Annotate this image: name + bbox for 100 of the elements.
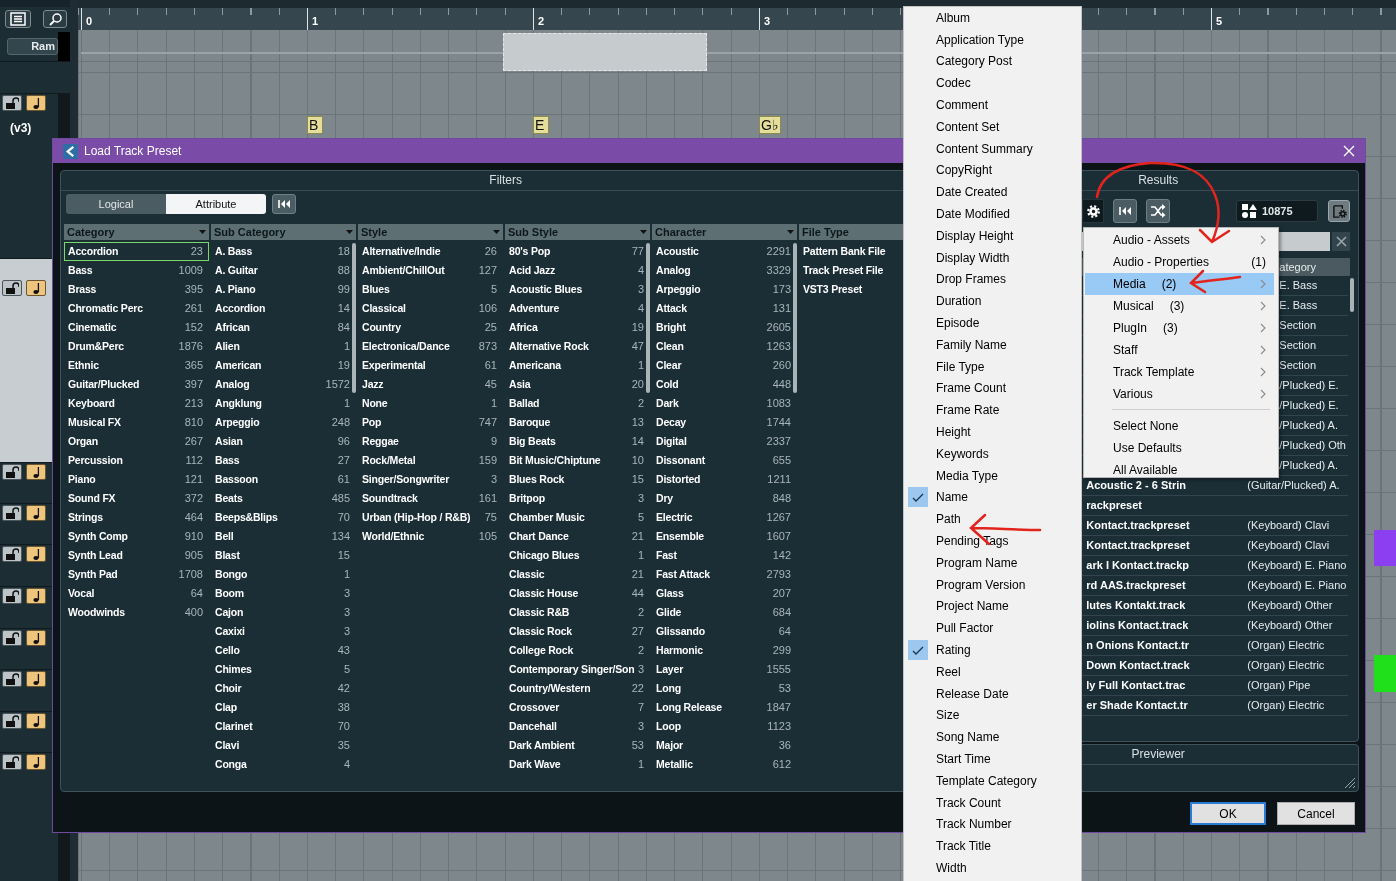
menu-item[interactable]: Episode [904, 312, 1081, 334]
filter-item[interactable]: Digital 2337 [652, 432, 797, 451]
filter-item[interactable]: Organ 267 [64, 432, 209, 451]
filter-item[interactable]: A. Guitar 88 [211, 261, 356, 280]
filter-item[interactable]: Bell 134 [211, 527, 356, 546]
filter-item[interactable]: Alternative/Indie 26 [358, 242, 503, 261]
filter-item[interactable]: Cello 43 [211, 641, 356, 660]
filter-item[interactable]: Chimes 5 [211, 660, 356, 679]
menu-item[interactable]: PlugIn (3) [1085, 317, 1274, 339]
filter-item[interactable]: Strings 464 [64, 508, 209, 527]
lock-button[interactable] [2, 545, 22, 562]
filter-item[interactable]: Chart Dance 21 [505, 527, 650, 546]
menu-item[interactable]: Song Name [904, 726, 1081, 749]
filter-item[interactable]: Beats 485 [211, 489, 356, 508]
filter-item[interactable]: Chicago Blues 1 [505, 546, 650, 565]
lock-button[interactable] [2, 754, 22, 771]
filter-item[interactable]: Arpeggio 248 [211, 413, 356, 432]
menu-item[interactable]: Select None [1085, 415, 1274, 437]
filter-item[interactable]: Bassoon 61 [211, 470, 356, 489]
menu-item[interactable]: Display Width [904, 246, 1081, 269]
menu-item[interactable]: Frame Count [904, 377, 1081, 400]
menu-item[interactable]: Various [1085, 383, 1274, 405]
filter-item[interactable]: Drum&Perc 1876 [64, 337, 209, 356]
filter-item[interactable]: Country/Western 22 [505, 679, 650, 698]
filter-item[interactable]: Sound FX 372 [64, 489, 209, 508]
filter-item[interactable]: Synth Pad 1708 [64, 565, 209, 584]
filter-item[interactable]: African 84 [211, 318, 356, 337]
column-header[interactable]: ategory [1279, 258, 1350, 276]
lock-button[interactable] [2, 280, 22, 297]
menu-item[interactable]: Date Modified [904, 203, 1081, 225]
menu-item[interactable]: Track Title [904, 835, 1081, 858]
filter-item[interactable]: Synth Lead 905 [64, 546, 209, 565]
filter-item[interactable]: Soundtrack 161 [358, 489, 503, 508]
filter-item[interactable]: Attack 131 [652, 299, 797, 318]
filter-item[interactable]: Country 25 [358, 318, 503, 337]
lock-button[interactable] [2, 629, 22, 646]
menu-item[interactable]: Width [904, 857, 1081, 879]
menu-item[interactable]: Track Count [904, 791, 1081, 814]
filter-item[interactable]: Blues 5 [358, 280, 503, 299]
lock-button[interactable] [2, 671, 22, 688]
menu-item[interactable]: Musical (3) [1085, 295, 1274, 317]
filter-item[interactable]: Acid Jazz 4 [505, 261, 650, 280]
note-button[interactable] [26, 464, 46, 481]
chord-event[interactable]: B [307, 116, 323, 134]
filter-item[interactable]: Long Release 1847 [652, 698, 797, 717]
filter-item[interactable]: Alien 1 [211, 337, 356, 356]
filter-item[interactable]: Cold 448 [652, 375, 797, 394]
filter-item[interactable]: Synth Comp 910 [64, 527, 209, 546]
filter-item[interactable]: Bongo 1 [211, 565, 356, 584]
filter-item[interactable]: Accordion 14 [211, 299, 356, 318]
filter-item[interactable]: Bass 27 [211, 451, 356, 470]
filter-item[interactable]: Clavi 35 [211, 736, 356, 755]
menu-item[interactable]: Date Created [904, 181, 1081, 204]
filter-item[interactable]: Caxixi 3 [211, 622, 356, 641]
filter-item[interactable]: Loop 1123 [652, 717, 797, 736]
filter-item[interactable]: Decay 1744 [652, 413, 797, 432]
note-button[interactable] [26, 588, 46, 605]
filter-item[interactable]: Percussion 112 [64, 451, 209, 470]
filter-item[interactable]: None 1 [358, 394, 503, 413]
mode-tab[interactable]: Attribute [166, 194, 266, 214]
lock-button[interactable] [2, 712, 22, 729]
filter-item[interactable]: Layer 1555 [652, 660, 797, 679]
filter-item[interactable]: Guitar/Plucked 397 [64, 375, 209, 394]
note-button[interactable] [26, 95, 46, 112]
menu-item[interactable]: Program Version [904, 573, 1081, 596]
filter-item[interactable]: Bright 2605 [652, 318, 797, 337]
filter-item[interactable]: Harmonic 299 [652, 641, 797, 660]
lock-button[interactable] [2, 464, 22, 481]
filter-item[interactable]: Urban (Hip-Hop / R&B) 75 [358, 508, 503, 527]
filter-item[interactable]: Clean 1263 [652, 337, 797, 356]
filter-item[interactable]: Chamber Music 5 [505, 508, 650, 527]
filter-item[interactable]: Vocal 64 [64, 584, 209, 603]
chord-event[interactable]: E [533, 116, 549, 134]
menu-item[interactable]: Name [904, 486, 1081, 509]
filter-item[interactable]: Blues Rock 15 [505, 470, 650, 489]
menu-item[interactable]: Audio - Properties (1) [1085, 251, 1274, 273]
filter-item[interactable]: Piano 121 [64, 470, 209, 489]
filter-item[interactable]: Beeps&Blips 70 [211, 508, 356, 527]
note-button[interactable] [26, 671, 46, 688]
scrollbar-thumb[interactable] [793, 243, 797, 393]
scrollbar-thumb[interactable] [1350, 278, 1354, 312]
note-button[interactable] [26, 629, 46, 646]
lock-button[interactable] [2, 95, 22, 112]
lock-button[interactable] [2, 588, 22, 605]
filter-item[interactable]: 80's Pop 77 [505, 242, 650, 261]
filter-item[interactable]: Africa 19 [505, 318, 650, 337]
menu-item[interactable]: Release Date [904, 682, 1081, 705]
shuffle-button[interactable] [1146, 199, 1171, 223]
menu-item[interactable]: Size [904, 704, 1081, 727]
filter-item[interactable]: Electric 1267 [652, 508, 797, 527]
filter-item[interactable]: A. Piano 99 [211, 280, 356, 299]
filter-item[interactable]: Glide 684 [652, 603, 797, 622]
menu-item[interactable]: Project Name [904, 595, 1081, 618]
filter-item[interactable]: Fast 142 [652, 546, 797, 565]
note-button[interactable] [26, 504, 46, 521]
scrollbar-thumb[interactable] [646, 243, 650, 393]
filter-item[interactable]: Alternative Rock 47 [505, 337, 650, 356]
menu-item[interactable]: Staff [1085, 339, 1274, 361]
filter-item[interactable]: Clear 260 [652, 356, 797, 375]
close-icon[interactable] [1343, 145, 1355, 157]
